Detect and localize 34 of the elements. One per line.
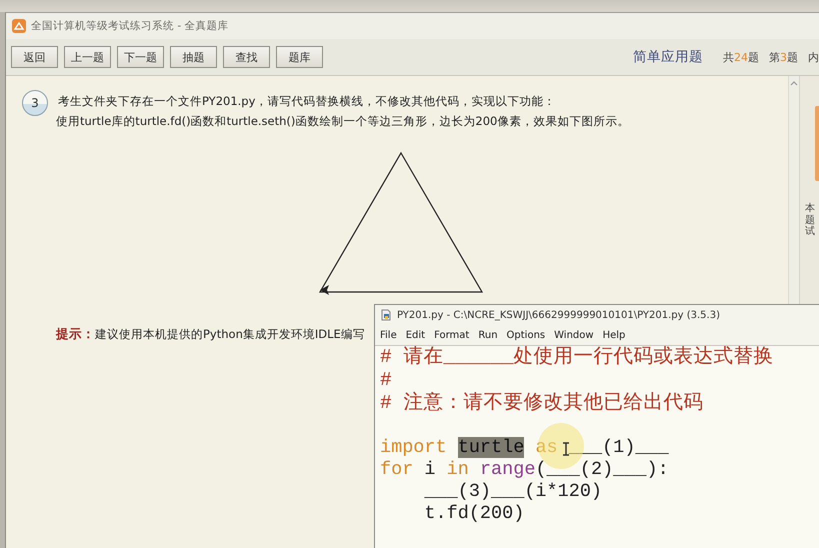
question-counter: 第3题 [769, 50, 798, 64]
menu-item[interactable]: File [380, 330, 397, 340]
toolbar-button[interactable]: 查找 [223, 46, 270, 68]
scroll-up-icon[interactable] [790, 80, 798, 86]
app-logo-icon [12, 19, 26, 33]
python-file-icon [380, 309, 392, 321]
menu-item[interactable]: Edit [406, 330, 426, 340]
editor-title: PY201.py - C:\NCRE_KSWJJ\6662999999010101\PY201.py (3.5.3) [397, 310, 720, 320]
toolbar-button[interactable]: 上一题 [64, 46, 111, 68]
side-text: 本题试 [805, 203, 815, 238]
toolbar-text: 内 [808, 50, 819, 64]
question-text: 考生文件夹下存在一个文件PY201.py，请写代码替换横线，不修改其他代码，实现以下功能： [58, 93, 556, 110]
code-line: # 请在______处使用一行代码或表达式替换 [380, 346, 774, 369]
code-line: # 注意：请不要修改其他已给出代码 [380, 392, 704, 415]
menu-item[interactable]: Run [478, 330, 498, 340]
window-title: 全国计算机等级考试练习系统 - 全真题库 [31, 19, 228, 33]
code-line: ___(3)___(i*120) [423, 481, 602, 503]
menu-item[interactable]: Options [506, 330, 546, 340]
toolbar-button[interactable]: 抽题 [170, 46, 217, 68]
code-line: t.fd(200) [423, 503, 524, 525]
code-line: for i in range(___(2)___): [380, 459, 669, 481]
toolbar-button[interactable]: 题库 [276, 46, 323, 68]
toolbar-button[interactable]: 返回 [11, 46, 58, 68]
menu-item[interactable]: Format [434, 330, 470, 340]
menu-item[interactable]: Help [602, 330, 626, 340]
text-cursor-icon [562, 442, 570, 456]
toolbar-button[interactable]: 下一题 [117, 46, 164, 68]
hint-text: 提示：建议使用本机提供的Python集成开发环境IDLE编写 [56, 326, 365, 343]
question-text: 使用turtle库的turtle.fd()函数和turtle.seth()函数绘制一个等边三角形，边长为200像素，效果如下图所示。 [56, 114, 630, 129]
question-number: 3 [22, 90, 48, 116]
menu-item[interactable]: Window [554, 330, 594, 340]
question-category: 简单应用题 [633, 48, 703, 66]
question-counter: 共24题 [723, 50, 759, 64]
code-line: # [380, 369, 392, 392]
